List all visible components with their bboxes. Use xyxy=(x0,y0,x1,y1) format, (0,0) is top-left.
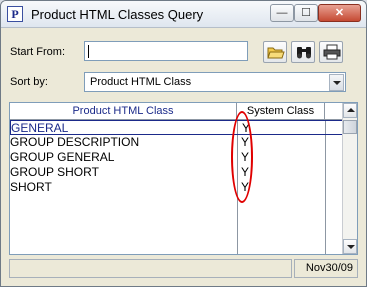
start-from-input[interactable] xyxy=(84,41,248,61)
row-class-name: GROUP SHORT xyxy=(10,165,99,179)
status-date: Nov30/09 xyxy=(294,259,358,278)
table-row[interactable]: GENERAL Y xyxy=(10,120,343,135)
find-button[interactable] xyxy=(291,41,315,63)
minimize-button[interactable]: — xyxy=(270,4,294,22)
text-caret xyxy=(88,45,89,58)
sort-by-label: Sort by: xyxy=(10,76,48,88)
row-class-name: GROUP DESCRIPTION xyxy=(10,135,140,149)
results-grid[interactable]: Product HTML Class System Class GENERAL … xyxy=(9,102,358,255)
query-window: P Product HTML Classes Query — ☐ ✕ Start… xyxy=(0,0,367,287)
close-button[interactable]: ✕ xyxy=(318,4,361,22)
open-button[interactable] xyxy=(263,41,287,63)
chevron-down-icon[interactable] xyxy=(329,74,344,91)
printer-icon xyxy=(323,44,341,60)
column-header-spacer xyxy=(325,103,343,120)
scroll-thumb[interactable] xyxy=(343,120,357,134)
open-folder-icon xyxy=(267,47,285,59)
sort-by-value: Product HTML Class xyxy=(90,76,192,88)
status-bar: Nov30/09 xyxy=(9,259,358,279)
row-class-name: GROUP GENERAL xyxy=(10,150,115,164)
row-class-name: SHORT xyxy=(10,180,52,194)
scroll-down-button[interactable] xyxy=(343,239,357,254)
column-header-system-class[interactable]: System Class xyxy=(237,103,325,120)
table-row[interactable]: GROUP SHORT Y xyxy=(10,165,343,180)
sort-by-select[interactable]: Product HTML Class xyxy=(84,72,346,92)
print-button[interactable] xyxy=(319,41,343,63)
table-row[interactable]: GROUP GENERAL Y xyxy=(10,150,343,165)
start-from-label: Start From: xyxy=(10,46,66,58)
status-message xyxy=(9,259,292,278)
row-class-name: GENERAL xyxy=(11,121,69,135)
table-row[interactable]: GROUP DESCRIPTION Y xyxy=(10,135,343,150)
maximize-button[interactable]: ☐ xyxy=(294,4,318,22)
binoculars-icon xyxy=(297,47,311,59)
app-icon: P xyxy=(7,6,23,22)
vertical-scrollbar[interactable] xyxy=(342,103,357,254)
title-bar[interactable]: P Product HTML Classes Query — ☐ ✕ xyxy=(1,1,366,28)
table-row[interactable]: SHORT Y xyxy=(10,180,343,195)
column-header-product-html-class[interactable]: Product HTML Class xyxy=(10,103,237,120)
scroll-up-button[interactable] xyxy=(343,103,357,118)
annotation-ellipse xyxy=(231,111,253,203)
window-title: Product HTML Classes Query xyxy=(31,7,204,22)
